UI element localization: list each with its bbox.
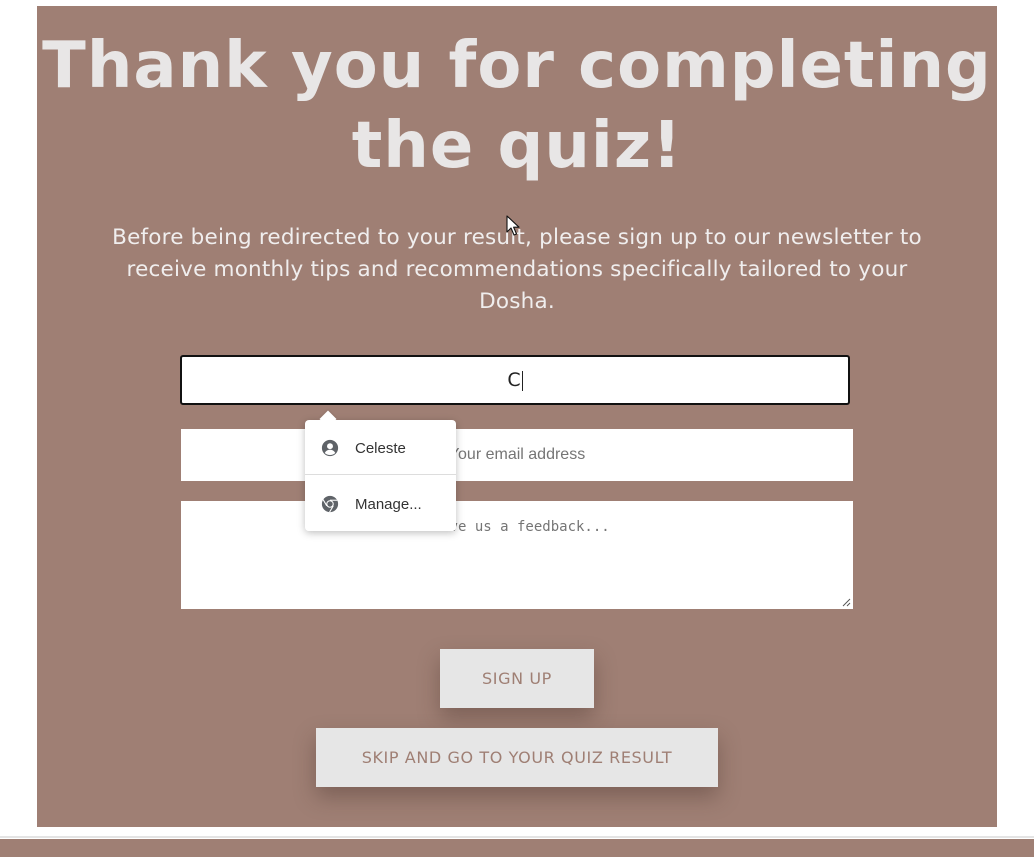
autofill-divider	[305, 474, 456, 475]
name-input-value: C	[507, 369, 521, 391]
email-input[interactable]: Your email address	[181, 429, 853, 481]
name-input[interactable]: C	[180, 355, 850, 405]
mouse-pointer-icon	[506, 215, 520, 236]
autofill-item-celeste[interactable]: Celeste	[305, 421, 456, 475]
signup-panel: Thank you for completing the quiz! Befor…	[37, 6, 997, 827]
page: Thank you for completing the quiz! Befor…	[0, 0, 1034, 857]
autofill-item-manage[interactable]: Manage...	[305, 477, 456, 531]
footer-divider	[0, 836, 1034, 838]
autofill-item-label: Celeste	[355, 439, 406, 457]
feedback-textarea[interactable]: Leave us a feedback...	[181, 501, 853, 609]
resize-handle-icon[interactable]	[841, 597, 851, 607]
account-circle-icon	[321, 439, 339, 457]
autofill-dropdown: Celeste Manage...	[305, 410, 456, 531]
sign-up-button[interactable]: SIGN UP	[440, 649, 594, 708]
page-title: Thank you for completing the quiz!	[42, 29, 992, 183]
text-caret	[521, 370, 523, 391]
autofill-item-label: Manage...	[355, 495, 422, 513]
chrome-icon	[321, 495, 339, 513]
skip-to-result-button[interactable]: SKIP AND GO TO YOUR QUIZ RESULT	[316, 728, 718, 787]
footer-bar	[0, 839, 1034, 857]
